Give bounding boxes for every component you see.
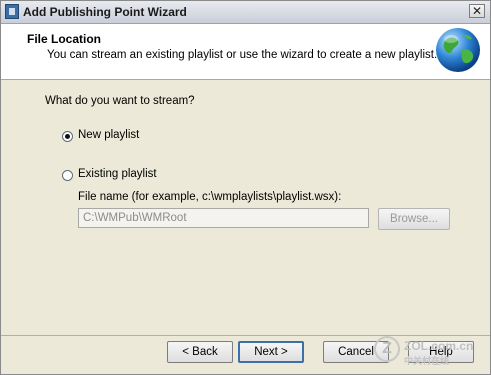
file-name-label: File name (for example, c:\wmplaylists\p…: [78, 191, 342, 203]
close-icon[interactable]: ✕: [469, 4, 485, 18]
watermark-logo-icon: Z: [374, 336, 400, 362]
existing-playlist-label[interactable]: Existing playlist: [78, 168, 157, 180]
new-playlist-radio[interactable]: [62, 131, 73, 142]
title-bar: Add Publishing Point Wizard ✕: [1, 1, 490, 24]
wizard-body: What do you want to stream? New playlist…: [1, 80, 490, 335]
back-button[interactable]: < Back: [167, 341, 233, 363]
question-label: What do you want to stream?: [45, 95, 195, 107]
watermark-site: ZOL.com.cn: [404, 339, 474, 353]
file-name-input[interactable]: C:\WMPub\WMRoot: [78, 208, 369, 228]
window-title: Add Publishing Point Wizard: [23, 5, 187, 19]
wizard-window: Add Publishing Point Wizard ✕ File Locat…: [0, 0, 491, 375]
page-subtitle: You can stream an existing playlist or u…: [47, 49, 438, 61]
existing-playlist-radio[interactable]: [62, 170, 73, 181]
next-button[interactable]: Next >: [238, 341, 304, 363]
browse-button[interactable]: Browse...: [378, 208, 450, 230]
watermark-cn: 中关村在线: [404, 356, 450, 366]
wizard-header: File Location You can stream an existing…: [1, 24, 490, 80]
wizard-app-icon: [5, 4, 19, 19]
watermark: Z ZOL.com.cn 中关村在线: [374, 334, 488, 370]
globe-icon: [436, 28, 480, 72]
new-playlist-label[interactable]: New playlist: [78, 129, 139, 141]
page-title: File Location: [27, 32, 102, 46]
